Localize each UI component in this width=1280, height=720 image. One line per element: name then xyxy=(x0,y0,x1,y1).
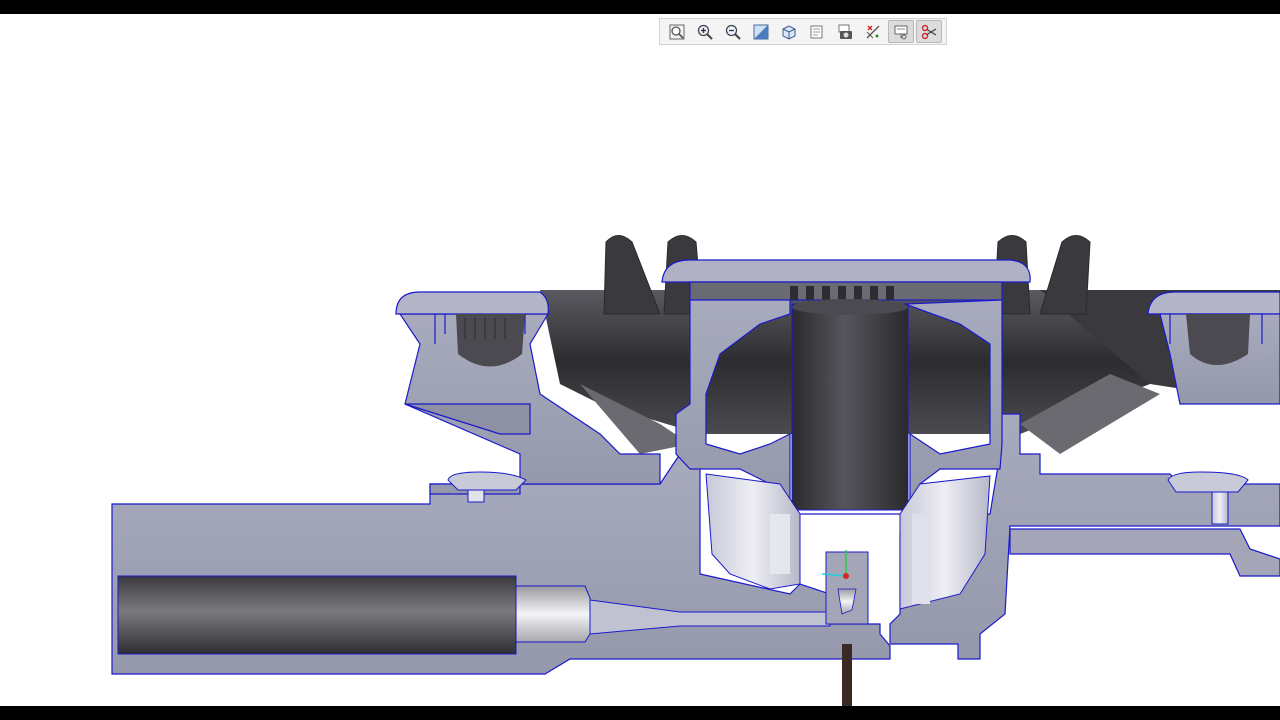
graphics-viewport[interactable] xyxy=(0,14,1280,706)
saved-views-icon xyxy=(810,25,823,38)
annotation-display-icon xyxy=(894,25,908,39)
zoom-in-button[interactable] xyxy=(692,20,718,43)
zoom-fit-icon xyxy=(669,24,685,39)
view-orientation-button[interactable] xyxy=(748,20,774,43)
injector-nozzle xyxy=(821,550,869,625)
camera-icon xyxy=(838,24,852,39)
ignition-rod xyxy=(842,644,852,706)
zoom-out-icon xyxy=(725,24,741,40)
view-toolbar xyxy=(659,18,947,45)
central-cylinder xyxy=(791,299,909,511)
datum-display-icon xyxy=(866,25,880,38)
app-window xyxy=(0,0,1280,720)
model-cross-section[interactable] xyxy=(0,14,1280,706)
zoom-fit-button[interactable] xyxy=(664,20,690,43)
display-style-button[interactable] xyxy=(776,20,802,43)
display-style-icon xyxy=(782,24,796,40)
zoom-out-button[interactable] xyxy=(720,20,746,43)
saved-views-button[interactable] xyxy=(804,20,830,43)
datum-display-button[interactable] xyxy=(860,20,886,43)
zoom-in-icon xyxy=(697,24,713,40)
snapshot-button[interactable] xyxy=(832,20,858,43)
annotation-display-button[interactable] xyxy=(888,20,914,43)
section-view-button[interactable] xyxy=(916,20,942,43)
section-scissors-icon xyxy=(921,24,937,39)
view-orientation-icon xyxy=(753,24,769,39)
